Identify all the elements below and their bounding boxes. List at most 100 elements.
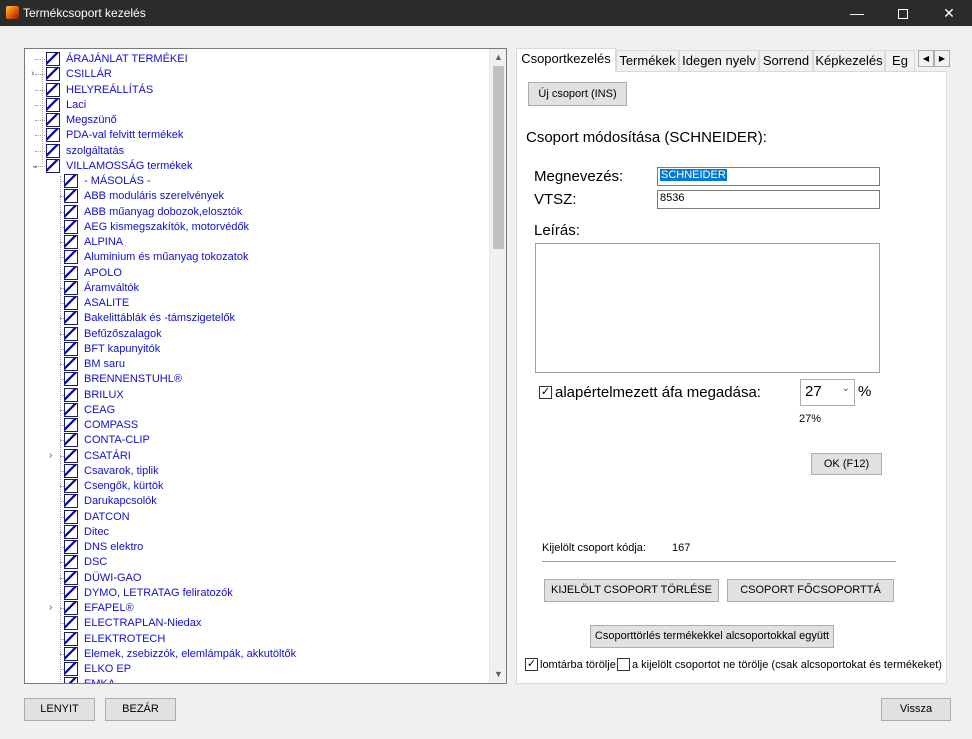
- tree-item-checkbox[interactable]: [64, 646, 78, 661]
- tree-scrollbar[interactable]: ▲ ▼: [489, 49, 506, 683]
- minimize-button[interactable]: —: [834, 0, 880, 26]
- tree-item-checkbox[interactable]: [64, 662, 78, 676]
- tab-csoportkezel-s[interactable]: Csoportkezelés: [516, 48, 616, 72]
- tree-item-checkbox[interactable]: [64, 326, 78, 341]
- delete-with-products-button[interactable]: Csoporttörlés termékekkel alcsoportokkal…: [590, 625, 834, 648]
- tree-item-checkbox[interactable]: [64, 524, 78, 539]
- vat-select-value: 27: [805, 383, 822, 400]
- scroll-down-icon[interactable]: ▼: [490, 666, 506, 683]
- collapse-button[interactable]: BEZÁR: [105, 698, 176, 721]
- keep-group-checkbox[interactable]: [617, 658, 630, 671]
- tree-item-checkbox[interactable]: [64, 280, 78, 295]
- tab-eg[interactable]: Eg: [885, 50, 915, 71]
- tree-item-checkbox[interactable]: [64, 463, 78, 478]
- vat-checkbox-label: alapértelmezett áfa megadása:: [555, 384, 761, 401]
- new-group-button[interactable]: Új csoport (INS): [528, 82, 627, 106]
- tree-item-label: Csengők, kürtök: [84, 480, 164, 492]
- tree-item-checkbox[interactable]: [64, 189, 78, 204]
- tree-item-label: ÁRAJÁNLAT TERMÉKEI: [66, 53, 188, 65]
- ok-button[interactable]: OK (F12): [811, 453, 882, 475]
- tree-item-checkbox[interactable]: [64, 311, 78, 326]
- chevron-down-icon[interactable]: ⌄: [31, 159, 39, 173]
- tree-item-checkbox[interactable]: [64, 387, 78, 402]
- close-button[interactable]: ✕: [926, 0, 972, 26]
- delete-group-button[interactable]: KIJELÖLT CSOPORT TÖRLÉSE: [544, 579, 719, 602]
- vat-display: 27%: [799, 413, 822, 425]
- tree-item-label: - MÁSOLÁS -: [84, 175, 151, 187]
- tab-term-kek[interactable]: Termékek: [616, 50, 679, 71]
- chevron-right-icon[interactable]: ›: [49, 601, 52, 615]
- tree-line: [35, 150, 45, 152]
- group-management-panel: Új csoport (INS) Csoport módosítása (SCH…: [516, 71, 947, 684]
- chevron-right-icon[interactable]: ›: [49, 449, 52, 463]
- tab-scroll-left-icon[interactable]: ◀: [918, 50, 934, 67]
- tree-item-label: Aluminium és műanyag tokozatok: [84, 251, 249, 264]
- tree-item-checkbox[interactable]: [64, 219, 78, 234]
- maximize-icon: [898, 9, 908, 20]
- vat-checkbox[interactable]: ✓: [539, 386, 552, 399]
- tree-item-checkbox[interactable]: [64, 494, 78, 509]
- vtsz-field[interactable]: 8536: [657, 190, 880, 209]
- tree-item-checkbox[interactable]: [64, 585, 78, 600]
- tree-item-checkbox[interactable]: [64, 570, 78, 585]
- tree-item-checkbox[interactable]: [64, 402, 78, 417]
- title-bar: Termékcsoport kezelés — ✕: [0, 0, 972, 26]
- tree-item-checkbox[interactable]: [64, 357, 78, 371]
- tree-item-checkbox[interactable]: [64, 174, 78, 188]
- name-field[interactable]: SCHNEIDER: [657, 167, 880, 186]
- tree-item-checkbox[interactable]: [64, 616, 78, 631]
- tree-item-checkbox[interactable]: [64, 418, 78, 432]
- tree-item-checkbox[interactable]: [64, 341, 78, 356]
- promote-group-button[interactable]: CSOPORT FŐCSOPORTTÁ: [727, 579, 894, 602]
- description-field[interactable]: [535, 243, 880, 373]
- tree-item-checkbox[interactable]: [46, 113, 60, 127]
- expand-button[interactable]: LENYIT: [24, 698, 95, 721]
- tree-item-checkbox[interactable]: [64, 601, 78, 615]
- tree-item-checkbox[interactable]: [64, 296, 78, 310]
- tree-item-checkbox[interactable]: [64, 479, 78, 493]
- window-title: Termékcsoport kezelés: [23, 6, 146, 20]
- tree-item-checkbox[interactable]: [64, 677, 78, 683]
- tree-item-checkbox[interactable]: [46, 67, 60, 82]
- tree-item-checkbox[interactable]: [64, 250, 78, 265]
- tree-item-checkbox[interactable]: [46, 82, 60, 97]
- tree-item-label: CSATÁRI: [84, 449, 131, 462]
- tree-line: [42, 57, 43, 164]
- tree-item-checkbox[interactable]: [64, 448, 78, 463]
- tab-sorrend[interactable]: Sorrend: [759, 50, 813, 71]
- tree-item-label: APOLO: [84, 266, 122, 279]
- tree-item-checkbox[interactable]: [64, 540, 78, 554]
- tree-item-checkbox[interactable]: [46, 128, 60, 143]
- maximize-button[interactable]: [880, 0, 926, 26]
- tree-item-checkbox[interactable]: [64, 509, 78, 524]
- tree-line: [35, 59, 45, 60]
- tree-item-checkbox[interactable]: [46, 97, 60, 112]
- tab-idegen-nyelv[interactable]: Idegen nyelv: [679, 50, 759, 71]
- tree-item-checkbox[interactable]: [64, 433, 78, 448]
- scroll-up-icon[interactable]: ▲: [490, 49, 506, 66]
- scroll-thumb[interactable]: [493, 66, 504, 249]
- tree-item-checkbox[interactable]: [64, 555, 78, 570]
- tree-item-checkbox[interactable]: [46, 52, 60, 66]
- tree-item-checkbox[interactable]: [64, 265, 78, 280]
- trash-checkbox[interactable]: ✓: [525, 658, 538, 671]
- tree-item-label: BRENNENSTUHL®: [84, 373, 182, 386]
- tree-item-checkbox[interactable]: [64, 235, 78, 249]
- tree-item-checkbox[interactable]: [64, 631, 78, 646]
- back-button[interactable]: Vissza: [881, 698, 951, 721]
- tree-item-checkbox[interactable]: [46, 143, 60, 158]
- tree-item-checkbox[interactable]: [46, 158, 60, 173]
- tree-item-label: Befűzőszalagok: [84, 327, 162, 340]
- chevron-right-icon[interactable]: ›: [31, 67, 34, 81]
- tree-item-label: ABB műanyag dobozok,elosztók: [84, 205, 243, 218]
- group-tree[interactable]: ▲ ▼ ÁRAJÁNLAT TERMÉKEI › CSILLÁR HELYREÁLLÍ…: [24, 48, 507, 684]
- tree-item-checkbox[interactable]: [64, 372, 78, 387]
- tree-line: [35, 74, 45, 76]
- tree-item-checkbox[interactable]: [64, 204, 78, 219]
- tree-item-label: COMPASS: [84, 419, 139, 431]
- tab-scroll-right-icon[interactable]: ▶: [934, 50, 950, 67]
- vat-select[interactable]: 27 ⌄: [800, 379, 855, 406]
- tree-item-label: CEAG: [84, 403, 116, 416]
- tree-item-label: DATCON: [84, 510, 130, 523]
- tab-k-pkezel-s[interactable]: Képkezelés: [813, 50, 885, 71]
